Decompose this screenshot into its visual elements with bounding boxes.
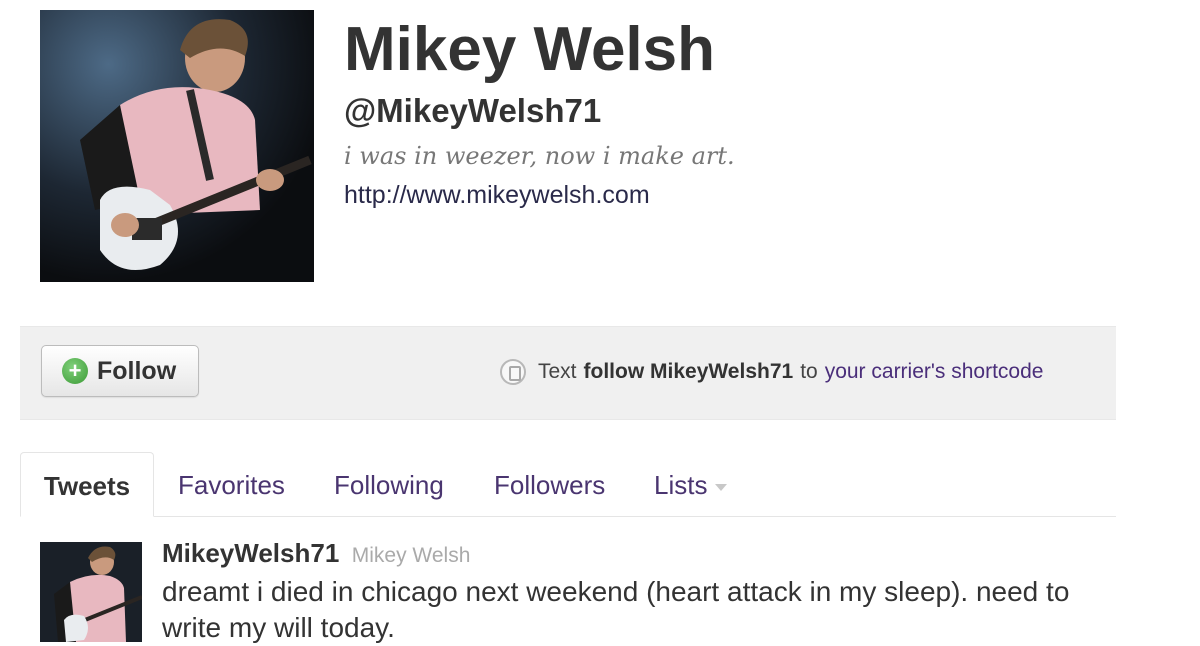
profile-photo-icon <box>40 10 314 282</box>
tweet-text: dreamt i died in chicago next weekend (h… <box>162 576 1070 643</box>
profile-website-link[interactable]: http://www.mikeywelsh.com <box>344 181 650 210</box>
sms-command: follow MikeyWelsh71 <box>583 360 794 383</box>
profile-bio: i was in weezer, now i make art. <box>344 142 735 170</box>
tab-lists[interactable]: Lists <box>654 452 728 516</box>
tweet-avatar-photo-icon <box>40 542 142 642</box>
sms-to: to <box>800 360 818 383</box>
follow-button-label: Follow <box>97 356 177 385</box>
profile-display-name: Mikey Welsh <box>344 15 716 84</box>
profile-tabs: Tweets Favorites Following Followers Lis… <box>20 452 1116 517</box>
sms-text-prefix: Text <box>538 360 577 383</box>
phone-icon <box>500 359 526 385</box>
follow-bar: + Follow Text follow MikeyWelsh71 to you… <box>20 326 1116 420</box>
tab-tweets[interactable]: Tweets <box>20 452 154 517</box>
tweet-avatar[interactable] <box>40 542 142 642</box>
chevron-down-icon <box>715 483 728 491</box>
tweet-author: MikeyWelsh71 Mikey Welsh <box>162 538 470 569</box>
sms-follow-hint: Text follow MikeyWelsh71 to your carrier… <box>500 359 1043 385</box>
tweet-author-handle[interactable]: MikeyWelsh71 <box>162 538 339 568</box>
plus-circle-icon: + <box>62 358 88 384</box>
follow-button[interactable]: + Follow <box>41 345 199 397</box>
profile-handle: @MikeyWelsh71 <box>344 92 602 129</box>
tab-following[interactable]: Following <box>334 452 444 516</box>
tweet-author-name[interactable]: Mikey Welsh <box>352 544 471 567</box>
profile-avatar[interactable] <box>40 10 314 282</box>
tab-lists-label: Lists <box>654 470 708 500</box>
tab-followers[interactable]: Followers <box>494 452 605 516</box>
tab-favorites[interactable]: Favorites <box>178 452 285 516</box>
sms-shortcode-link[interactable]: your carrier's shortcode <box>825 360 1044 384</box>
